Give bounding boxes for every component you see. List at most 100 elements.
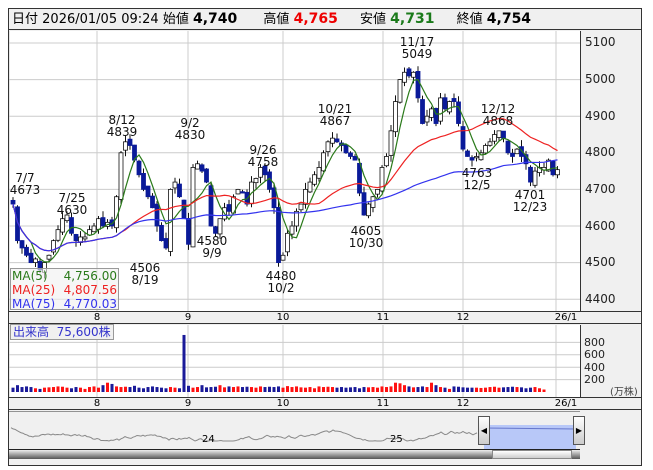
- volume-bar: [362, 387, 366, 392]
- candle-up: [118, 152, 124, 200]
- volume-bar: [83, 388, 87, 392]
- date-tick: 26/1: [554, 312, 578, 323]
- candle-up: [330, 137, 335, 144]
- candle-up: [492, 134, 497, 142]
- volume-bar: [349, 387, 352, 392]
- candle-up: [388, 130, 394, 156]
- high-annotation: 8/12 4839: [106, 113, 138, 139]
- volume-bar: [245, 386, 249, 392]
- navigator-left-handle[interactable]: ◀: [478, 416, 490, 445]
- candle-down: [177, 183, 182, 198]
- ma-legend: MA(5) 4,756.00 MA(25) 4,807.56 MA(75) 4,770…: [10, 268, 119, 311]
- volume-bar: [380, 386, 384, 392]
- volume-legend: 出来高 75,600株: [10, 324, 114, 340]
- volume-axis: 800 600 400 200 (万株): [580, 325, 641, 398]
- volume-bar: [227, 386, 231, 392]
- candle-down: [150, 195, 155, 209]
- volume-bar: [416, 387, 420, 392]
- candle-up: [429, 108, 434, 118]
- navigator-year-label: 24: [202, 434, 215, 445]
- candle-down: [276, 206, 281, 264]
- volume-bar: [511, 386, 514, 392]
- candle-up: [496, 130, 502, 138]
- candle-down: [334, 138, 340, 143]
- volume-bar: [70, 388, 73, 392]
- candle-up: [253, 178, 259, 184]
- volume-bar: [344, 387, 348, 392]
- candle-up: [487, 141, 493, 146]
- candle-up: [402, 71, 407, 83]
- volume-bar: [182, 334, 186, 392]
- volume-bar: [497, 387, 501, 392]
- volume-bar: [52, 387, 55, 392]
- ohlc-header: 日付 2026/01/05 09:24 始値 4,740 高値 4,765 安値…: [9, 9, 641, 30]
- volume-bar: [520, 387, 523, 392]
- candle-down: [208, 185, 214, 227]
- volume-bar: [421, 386, 424, 392]
- volume-bar: [151, 386, 154, 392]
- volume-bar: [304, 387, 307, 392]
- volume-bar: [128, 387, 132, 392]
- date-tick: 10: [276, 398, 290, 409]
- volume-bar: [488, 387, 492, 392]
- low-annotation: 4701 12/23: [512, 188, 548, 214]
- high-annotation: 10/21 4867: [317, 102, 353, 128]
- navigator-line: [10, 427, 478, 442]
- volume-bar: [160, 387, 163, 392]
- volume-bar: [209, 387, 213, 392]
- candle-down: [154, 203, 160, 227]
- candle-up: [55, 229, 61, 241]
- volume-bar: [277, 386, 280, 392]
- volume-bar: [470, 387, 474, 392]
- volume-bar: [56, 386, 60, 392]
- high-label: 高値: [263, 12, 290, 27]
- high-annotation: 9/26 4758: [247, 143, 279, 169]
- volume-bar: [542, 389, 546, 392]
- candle-down: [352, 155, 358, 161]
- candle-up: [447, 101, 452, 113]
- price-tick: 4500: [585, 255, 616, 269]
- scrollbar-thumb[interactable]: [492, 450, 572, 459]
- volume-bar: [200, 385, 204, 392]
- candle-down: [100, 217, 106, 227]
- volume-bar: [403, 385, 406, 392]
- candle-down: [24, 246, 29, 256]
- candle-down: [28, 252, 34, 264]
- volume-bar: [502, 387, 505, 392]
- date-tick: 9: [184, 398, 192, 409]
- volume-bar: [371, 387, 375, 392]
- volume-bar: [232, 387, 235, 392]
- volume-bar: [430, 382, 433, 392]
- volume-bar: [214, 386, 217, 392]
- candle-up: [285, 232, 290, 253]
- candle-down: [145, 185, 151, 198]
- volume-bar: [475, 387, 478, 392]
- volume-bar: [61, 386, 64, 392]
- volume-bar: [331, 387, 334, 392]
- candle-down: [460, 126, 466, 150]
- volume-bar: [263, 387, 267, 392]
- candle-down: [10, 199, 16, 205]
- candle-down: [136, 160, 142, 176]
- volume-bar: [326, 386, 330, 392]
- volume-bar: [47, 387, 51, 392]
- candle-down: [510, 152, 515, 157]
- volume-date-axis: 8 9 10 11 12 26/1: [9, 397, 641, 410]
- date-tick: 9: [184, 312, 192, 323]
- volume-bar: [358, 388, 361, 392]
- candle-up: [298, 203, 304, 211]
- navigator-right-handle[interactable]: ▶: [573, 416, 585, 445]
- date-tick: 10: [276, 312, 290, 323]
- volume-bar: [92, 386, 96, 392]
- candle-up: [321, 152, 326, 172]
- candle-up: [190, 167, 196, 248]
- candle-up: [307, 181, 313, 193]
- candle-up: [393, 101, 398, 133]
- candle-down: [528, 166, 533, 183]
- volume-bar: [187, 385, 190, 392]
- volume-bar: [376, 387, 379, 392]
- volume-bar: [353, 387, 357, 392]
- volume-bar: [236, 386, 240, 392]
- volume-bar: [115, 386, 118, 392]
- candle-down: [465, 150, 470, 157]
